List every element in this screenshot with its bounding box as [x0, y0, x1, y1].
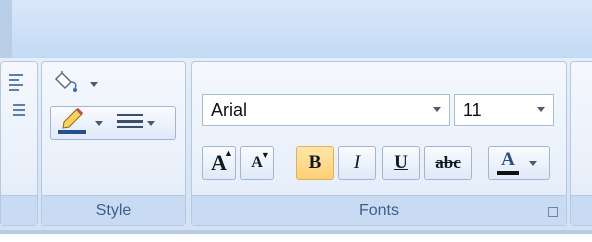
style-group-label: Style	[42, 195, 185, 225]
line-style-icon	[117, 113, 143, 134]
chevron-down-icon	[147, 120, 155, 126]
align-icon[interactable]	[7, 70, 29, 94]
fonts-group: Arial 11 A ▲ A ▼ B I U abc A Fonts	[191, 61, 567, 226]
shrink-font-icon: A ▼	[251, 150, 270, 171]
chevron-down-icon	[529, 160, 537, 166]
chevron-down-icon[interactable]	[433, 107, 441, 112]
italic-button[interactable]: I	[338, 146, 376, 180]
pencil-line-color-icon	[57, 107, 89, 140]
shrink-font-button[interactable]: A ▼	[240, 146, 274, 180]
indent-icon[interactable]	[7, 100, 29, 124]
font-name-combobox[interactable]: Arial	[202, 94, 450, 126]
style-group: Style	[41, 61, 186, 226]
dialog-launcher-icon[interactable]	[548, 207, 558, 217]
right-group-label	[571, 195, 592, 225]
title-bar	[0, 0, 592, 58]
italic-icon: I	[353, 152, 361, 173]
font-size-combobox[interactable]: 11	[454, 94, 554, 126]
font-color-button[interactable]: A	[488, 146, 550, 180]
line-color-button[interactable]	[50, 106, 176, 140]
bold-button[interactable]: B	[296, 146, 334, 180]
left-group-label	[1, 195, 37, 225]
font-name-value: Arial	[211, 100, 248, 120]
title-bar-edge	[0, 0, 12, 58]
strikethrough-icon: abc	[435, 153, 461, 172]
ribbon-bottom-border	[0, 230, 592, 234]
chevron-down-icon[interactable]	[537, 107, 545, 112]
bold-icon: B	[308, 152, 322, 173]
paint-bucket-icon	[54, 70, 82, 99]
ribbon: Style Arial 11 A ▲ A ▼ B I U abc A Fonts	[0, 58, 592, 230]
chevron-down-icon	[90, 81, 98, 87]
strikethrough-button[interactable]: abc	[424, 146, 472, 180]
font-color-icon: A	[497, 150, 519, 175]
right-partial-group	[570, 61, 592, 226]
grow-font-button[interactable]: A ▲	[202, 146, 236, 180]
left-partial-group	[0, 61, 38, 226]
grow-font-icon: A ▲	[211, 148, 233, 175]
fonts-group-label: Fonts	[192, 195, 566, 225]
underline-button[interactable]: U	[382, 146, 420, 180]
font-size-value: 11	[463, 100, 482, 120]
chevron-down-icon	[95, 120, 103, 126]
fill-color-button[interactable]	[52, 70, 122, 98]
underline-icon: U	[394, 152, 408, 173]
